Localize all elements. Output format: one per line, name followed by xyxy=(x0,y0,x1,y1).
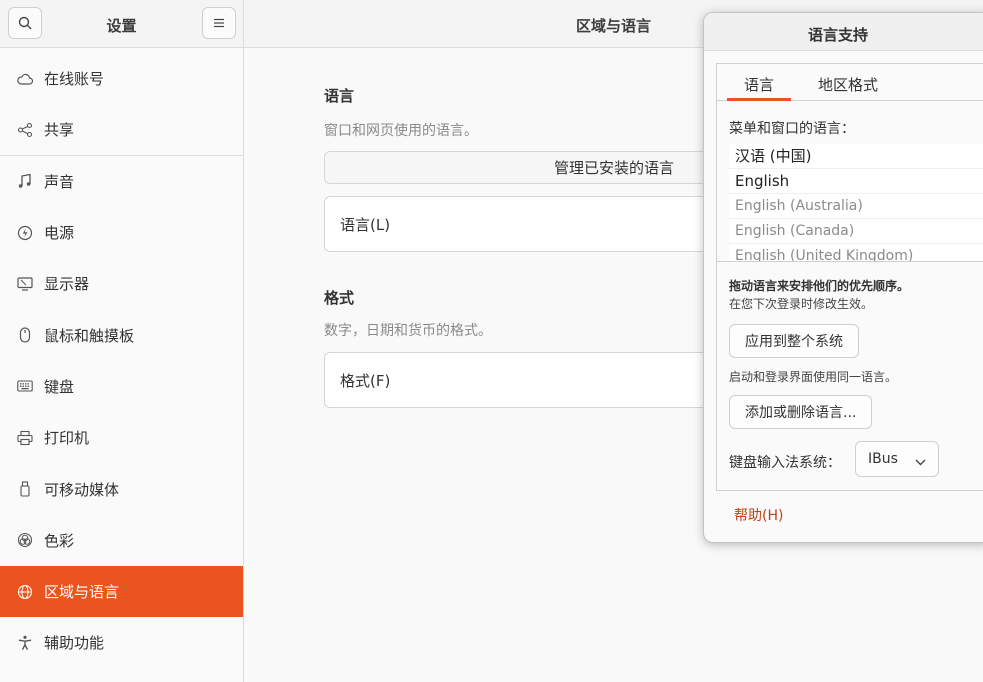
list-item[interactable]: English (Canada) xyxy=(729,219,983,244)
sidebar-item-label: 鼠标和触摸板 xyxy=(44,326,135,345)
sidebar-item-label: 共享 xyxy=(44,121,75,140)
language-row-label: 语言(L) xyxy=(340,215,391,234)
sidebar-item-label: 可移动媒体 xyxy=(44,480,120,499)
sidebar-item-keyboard[interactable]: 键盘 xyxy=(0,361,243,412)
chevron-down-icon xyxy=(915,454,926,470)
sidebar-item-displays[interactable]: 显示器 xyxy=(0,258,243,309)
mouse-icon xyxy=(16,326,34,344)
apply-system-wide-label: 应用到整个系统 xyxy=(745,334,843,350)
cloud-icon xyxy=(16,70,34,88)
sidebar-item-color[interactable]: 色彩 xyxy=(0,515,243,566)
menu-button[interactable] xyxy=(202,7,236,39)
help-button[interactable]: 帮助(H) xyxy=(734,505,783,525)
sidebar-item-power[interactable]: 电源 xyxy=(0,207,243,258)
display-icon xyxy=(16,275,34,293)
list-item[interactable]: 汉语 (中国) xyxy=(729,144,983,169)
menu-language-label: 菜单和窗口的语言： xyxy=(729,121,855,137)
tab-bar: 语言 地区格式 xyxy=(717,64,983,101)
sidebar-item-removable-media[interactable]: 可移动媒体 xyxy=(0,463,243,514)
tab-language[interactable]: 语言 xyxy=(744,74,774,95)
tab-regional-formats[interactable]: 地区格式 xyxy=(818,74,878,95)
input-method-select[interactable]: IBus xyxy=(855,441,939,477)
sidebar-item-region-language[interactable]: 区域与语言 xyxy=(0,565,243,618)
printer-icon xyxy=(16,429,34,447)
hamburger-menu-icon xyxy=(214,18,224,28)
sidebar-item-label: 打印机 xyxy=(44,429,90,448)
share-icon xyxy=(16,121,34,139)
accessibility-icon xyxy=(16,634,34,652)
power-icon xyxy=(16,224,34,242)
sidebar-item-label: 键盘 xyxy=(44,377,75,396)
language-list[interactable]: 汉语 (中国) English English (Australia) Engl… xyxy=(729,144,983,262)
sidebar-item-label: 辅助功能 xyxy=(44,634,105,653)
sidebar-item-label: 显示器 xyxy=(44,275,90,294)
globe-icon xyxy=(16,583,34,601)
login-screen-hint: 启动和登录界面使用同一语言。 xyxy=(729,370,898,384)
sidebar-item-online-accounts[interactable]: 在线账号 xyxy=(0,53,243,104)
next-login-hint: 在您下次登录时修改生效。 xyxy=(729,297,874,311)
manage-installed-languages-label: 管理已安装的语言 xyxy=(553,159,674,177)
format-row[interactable]: 格式(F) xyxy=(324,352,744,408)
dialog-title: 语言支持 xyxy=(807,26,868,44)
usb-drive-icon xyxy=(16,480,34,498)
language-section-subtitle: 窗口和网页使用的语言。 xyxy=(324,123,478,139)
sidebar-item-sharing[interactable]: 共享 xyxy=(0,104,243,155)
format-section-title: 格式 xyxy=(324,289,355,307)
sidebar-divider xyxy=(0,155,243,156)
language-section-title: 语言 xyxy=(324,87,355,105)
apply-system-wide-button[interactable]: 应用到整个系统 xyxy=(729,324,859,358)
color-icon xyxy=(16,531,34,549)
sidebar-item-label: 区域与语言 xyxy=(44,583,120,602)
format-section-subtitle: 数字，日期和货币的格式。 xyxy=(324,323,492,339)
list-item[interactable]: English (United Kingdom) xyxy=(729,244,983,262)
sidebar-item-label: 在线账号 xyxy=(44,70,105,89)
dialog-notebook: 语言 地区格式 菜单和窗口的语言： 汉语 (中国) English Englis… xyxy=(716,63,983,491)
sidebar-item-label: 色彩 xyxy=(44,531,75,550)
sidebar-list: 在线账号 共享 声音 电源 显示器 鼠标和触摸板 键盘 打印机 可移动媒体 色彩… xyxy=(0,53,243,669)
list-item[interactable]: English (Australia) xyxy=(729,194,983,219)
dialog-header: 语言支持 xyxy=(704,13,983,51)
add-remove-languages-label: 添加或删除语言... xyxy=(745,405,857,421)
language-row[interactable]: 语言(L) xyxy=(324,196,744,252)
add-remove-languages-button[interactable]: 添加或删除语言... xyxy=(729,395,873,429)
sidebar-item-label: 声音 xyxy=(44,172,75,191)
active-tab-indicator xyxy=(727,98,791,101)
list-item[interactable]: English xyxy=(729,169,983,194)
sidebar-item-label: 电源 xyxy=(44,224,75,243)
keyboard-icon xyxy=(16,377,34,395)
language-support-dialog: 语言支持 语言 地区格式 菜单和窗口的语言： 汉语 (中国) English E… xyxy=(703,12,983,543)
sidebar-item-mouse-touchpad[interactable]: 鼠标和触摸板 xyxy=(0,309,243,360)
input-method-label: 键盘输入法系统： xyxy=(729,455,841,471)
sidebar-item-accessibility[interactable]: 辅助功能 xyxy=(0,617,243,668)
list-divider xyxy=(717,261,983,262)
format-row-label: 格式(F) xyxy=(340,371,391,390)
drag-order-hint: 拖动语言来安排他们的优先顺序。 xyxy=(729,279,910,293)
sidebar-header: 设置 xyxy=(0,0,243,48)
sidebar-item-printers[interactable]: 打印机 xyxy=(0,412,243,463)
input-method-value: IBus xyxy=(868,451,898,467)
music-note-icon xyxy=(16,172,34,190)
sidebar: 设置 在线账号 共享 声音 电源 显示器 鼠标和触摸板 键盘 打印机 可移动媒体… xyxy=(0,0,244,682)
manage-installed-languages-button[interactable]: 管理已安装的语言 xyxy=(324,151,744,184)
sidebar-item-sound[interactable]: 声音 xyxy=(0,156,243,207)
